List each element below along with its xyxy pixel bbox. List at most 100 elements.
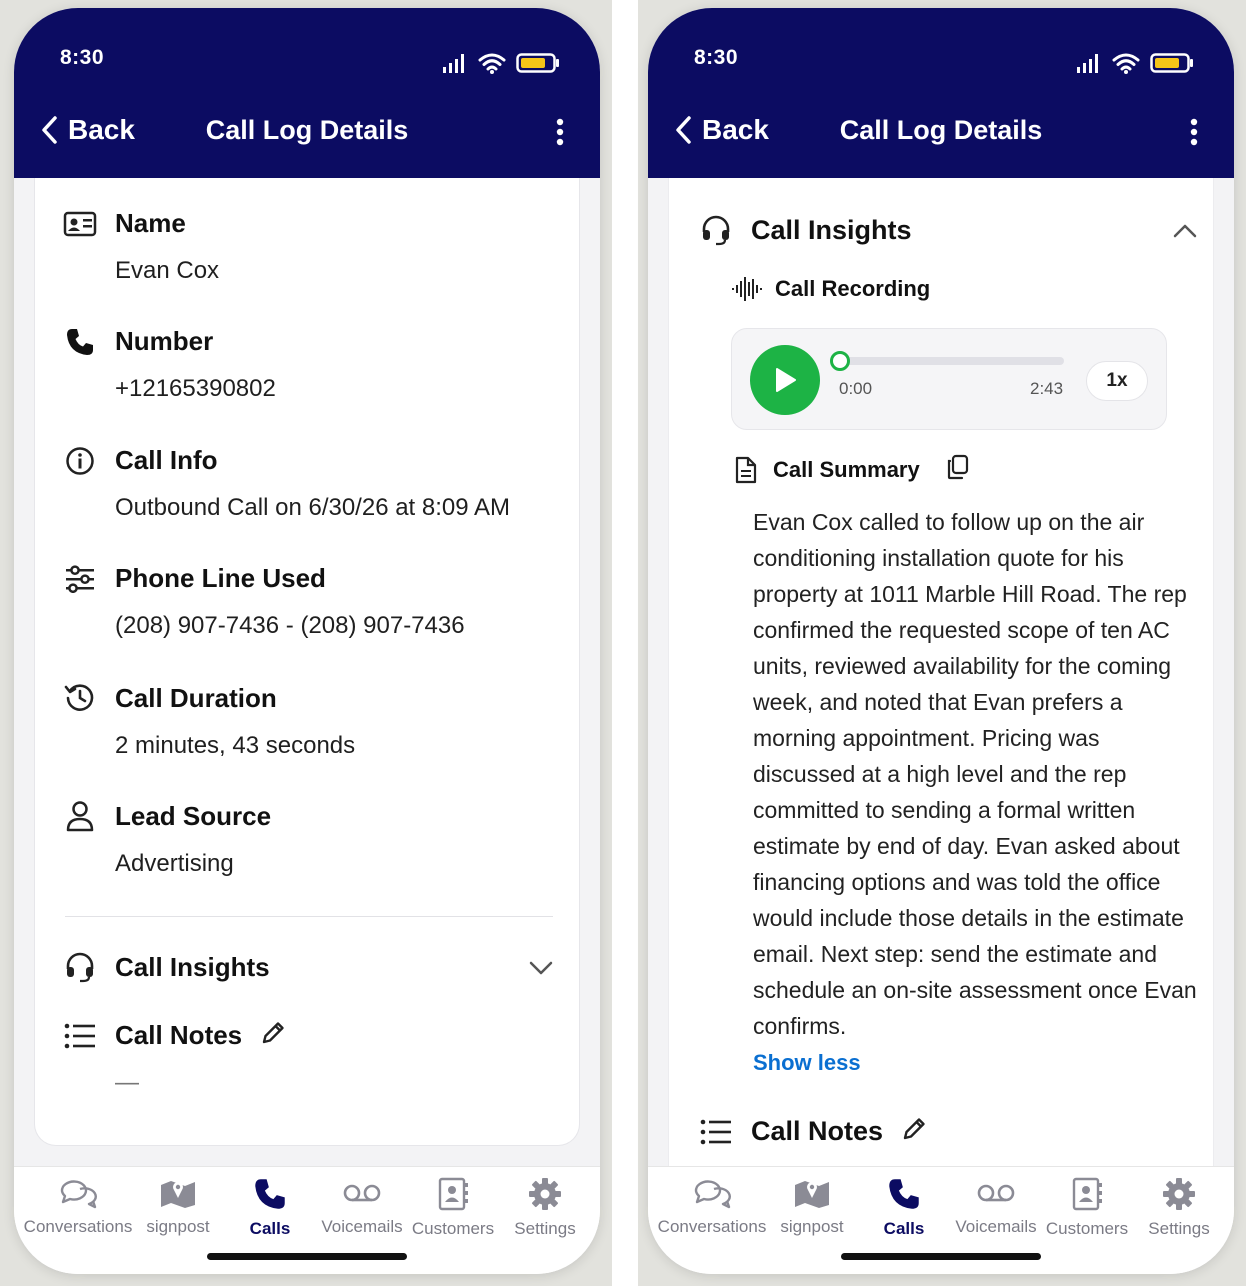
phone-icon [255, 1179, 285, 1209]
call-notes-value: — [115, 1069, 139, 1096]
summary-line: week, and noted that Evan prefers a [753, 689, 1123, 715]
summary-line: financing options and was told the offic… [753, 869, 1161, 895]
tab-settings[interactable]: Settings [1129, 1177, 1229, 1239]
phone-line-field: Phone Line Used (208) 907-7436 - (208) 9… [63, 563, 465, 640]
battery-icon [516, 53, 559, 73]
copy-icon [947, 454, 968, 480]
summary-line: confirmed the requested scope of ten AC [753, 617, 1170, 643]
more-options-button[interactable] [556, 118, 564, 151]
call-duration-label: Call Duration [115, 682, 277, 713]
phone-screen-insights: 8:30 Back Call Log Details Call Insights [648, 8, 1234, 1274]
summary-line: confirms. [753, 1013, 847, 1039]
contact-card-icon [63, 211, 97, 237]
page-title: Call Log Details [839, 115, 1043, 145]
status-time: 8:30 [694, 46, 739, 69]
home-indicator [841, 1253, 1041, 1260]
call-summary-text: Evan Cox called to follow up on the air … [753, 504, 1197, 1044]
more-options-button[interactable] [1190, 118, 1198, 151]
more-vertical-icon [1190, 118, 1198, 146]
phone-line-value: (208) 907-7436 - (208) 907-7436 [115, 612, 465, 639]
phone-icon [63, 327, 97, 357]
call-summary-heading: Call Summary [733, 454, 970, 485]
summary-line: would include those details in the estim… [753, 905, 1184, 931]
tab-conversations[interactable]: Conversations [24, 1177, 132, 1237]
signal-icon [443, 54, 464, 73]
map-icon [161, 1181, 195, 1208]
chat-bubbles-icon [60, 1180, 97, 1209]
audio-player: 0:00 2:43 1x [731, 328, 1167, 430]
call-insights-toggle[interactable]: Call Insights [63, 951, 553, 983]
gear-icon [529, 1178, 561, 1210]
tab-signpost[interactable]: signpost [762, 1177, 862, 1237]
phone-line-label: Phone Line Used [115, 563, 326, 593]
battery-icon [1150, 53, 1193, 73]
insights-content: Call Insights Call Recording 0:00 2:43 1… [648, 178, 1234, 1166]
tab-signpost[interactable]: signpost [128, 1177, 228, 1237]
name-value: Evan Cox [115, 257, 220, 284]
waveform-icon [732, 277, 762, 301]
wifi-icon [1112, 53, 1140, 74]
tab-calls[interactable]: Calls [220, 1177, 320, 1239]
tab-customers-label: Customers [1045, 1219, 1129, 1238]
app-header: 8:30 Back Call Log Details [14, 8, 600, 178]
call-duration-value: 2 minutes, 43 seconds [115, 732, 356, 759]
summary-line: Evan Cox called to follow up on the air [753, 509, 1145, 535]
headset-icon [699, 214, 733, 246]
tab-conversations[interactable]: Conversations [658, 1177, 766, 1237]
playback-speed-button[interactable]: 1x [1086, 361, 1148, 401]
call-recording-label: Call Recording [775, 276, 931, 301]
signal-icon [1077, 54, 1098, 73]
lead-source-field: Lead Source Advertising [63, 800, 271, 878]
tab-voicemails-label: Voicemails [321, 1217, 403, 1236]
call-notes-label: Call Notes [115, 1020, 243, 1050]
call-info-field: Call Info Outbound Call on 6/30/26 at 8:… [63, 445, 510, 522]
copy-summary-button[interactable] [946, 454, 970, 485]
audio-scrubber[interactable] [830, 351, 1064, 371]
status-time: 8:30 [60, 46, 105, 69]
tab-settings[interactable]: Settings [495, 1177, 595, 1239]
list-icon [63, 1023, 97, 1049]
info-icon [63, 446, 97, 476]
bottom-tab-bar: Conversations signpost Calls Voicemails … [14, 1166, 600, 1274]
call-recording-heading: Call Recording [731, 276, 930, 302]
summary-line: property at 1011 Marble Hill Road. The r… [753, 581, 1187, 607]
tab-calls-label: Calls [249, 1219, 291, 1238]
number-value[interactable]: +12165390802 [115, 375, 276, 403]
tab-calls-label: Calls [883, 1219, 925, 1238]
tab-voicemails[interactable]: Voicemails [946, 1177, 1046, 1237]
summary-line: email. Next step: send the estimate and [753, 941, 1157, 967]
wifi-icon [478, 53, 506, 74]
bottom-tab-bar: Conversations signpost Calls Voicemails … [648, 1166, 1234, 1274]
more-vertical-icon [556, 118, 564, 146]
tab-customers[interactable]: Customers [403, 1177, 503, 1239]
sliders-icon [63, 564, 97, 593]
edit-notes-button[interactable] [901, 1116, 927, 1147]
chevron-up-icon [1173, 224, 1197, 238]
address-book-icon [1072, 1177, 1102, 1211]
gear-icon [1163, 1178, 1195, 1210]
document-icon [735, 456, 757, 483]
summary-line: conditioning installation quote for his [753, 545, 1124, 571]
call-summary-label: Call Summary [773, 456, 920, 482]
play-button[interactable] [750, 345, 820, 415]
phone-icon [889, 1179, 919, 1209]
scrubber-handle[interactable] [830, 351, 850, 371]
summary-line: schedule an on-site assessment once Evan [753, 977, 1197, 1003]
tab-settings-label: Settings [514, 1219, 576, 1238]
call-insights-label: Call Insights [751, 214, 912, 245]
show-less-link[interactable]: Show less [753, 1050, 861, 1076]
play-icon [776, 368, 796, 392]
pencil-icon [903, 1118, 925, 1140]
call-duration-field: Call Duration 2 minutes, 43 seconds [63, 682, 355, 760]
name-field: Name Evan Cox [63, 208, 219, 285]
voicemail-icon [977, 1184, 1015, 1202]
tab-voicemails[interactable]: Voicemails [312, 1177, 412, 1237]
call-insights-toggle[interactable]: Call Insights [699, 214, 1207, 246]
map-icon [795, 1181, 829, 1208]
call-info-value: Outbound Call on 6/30/26 at 8:09 AM [115, 494, 510, 521]
edit-notes-button[interactable] [260, 1020, 286, 1051]
summary-line: estimate by end of day. Evan asked about [753, 833, 1180, 859]
tab-calls[interactable]: Calls [854, 1177, 954, 1239]
chat-bubbles-icon [694, 1180, 731, 1209]
tab-customers[interactable]: Customers [1037, 1177, 1137, 1239]
